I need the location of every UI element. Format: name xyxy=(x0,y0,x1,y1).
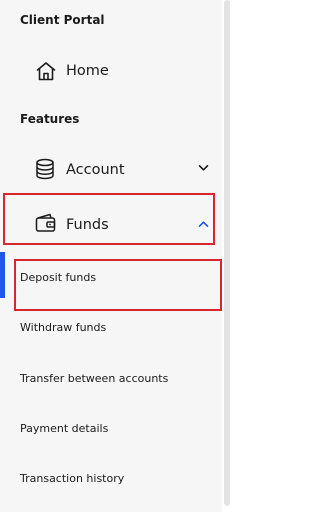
sidebar-item-home-label: Home xyxy=(66,63,109,79)
submenu-item-payment-details[interactable]: Payment details xyxy=(0,408,222,446)
submenu-item-transaction-history[interactable]: Transaction history xyxy=(0,458,222,496)
sidebar-item-home[interactable]: Home xyxy=(0,56,222,88)
sidebar-item-funds-label: Funds xyxy=(66,217,109,233)
submenu-item-label: Transaction history xyxy=(20,472,125,485)
home-icon xyxy=(36,62,56,81)
scrollbar-thumb[interactable] xyxy=(224,0,230,506)
submenu-item-withdraw-funds[interactable]: Withdraw funds xyxy=(0,308,222,346)
submenu-item-label: Transfer between accounts xyxy=(20,372,169,385)
portal-title: Client Portal xyxy=(20,13,105,27)
submenu-item-label: Deposit funds xyxy=(20,271,97,284)
wallet-icon xyxy=(35,213,56,232)
submenu-item-label: Withdraw funds xyxy=(20,321,107,334)
sidebar-item-account-label: Account xyxy=(66,162,125,178)
submenu-item-deposit-funds[interactable]: Deposit funds xyxy=(0,258,222,296)
sidebar-item-account[interactable]: Account xyxy=(0,154,222,186)
submenu-item-transfer-between-accounts[interactable]: Transfer between accounts xyxy=(0,358,222,396)
sidebar: Client Portal Home Features Account Fund… xyxy=(0,0,222,512)
chevron-up-icon xyxy=(198,221,209,227)
sidebar-item-funds[interactable]: Funds xyxy=(0,208,222,242)
features-title: Features xyxy=(20,112,80,126)
submenu-item-label: Payment details xyxy=(20,422,109,435)
database-icon xyxy=(36,158,54,180)
chevron-down-icon xyxy=(198,165,209,171)
